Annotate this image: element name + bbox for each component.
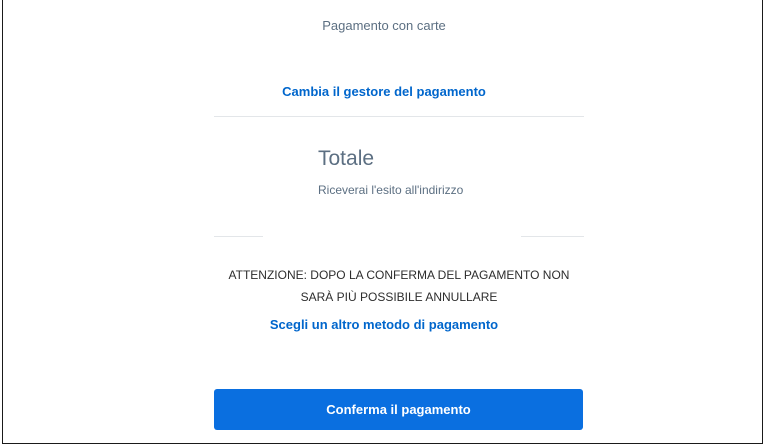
warning-line-1: ATTENZIONE: DOPO LA CONFERMA DEL PAGAMEN…	[228, 268, 570, 282]
total-label: Totale	[318, 147, 375, 170]
divider-right	[521, 236, 584, 237]
change-payment-manager-link[interactable]: Cambia il gestore del pagamento	[0, 84, 768, 99]
page-frame	[2, 0, 763, 444]
warning-line-2: SARÀ PIÙ POSSIBILE ANNULLARE	[300, 290, 498, 304]
confirm-payment-button[interactable]: Conferma il pagamento	[214, 389, 583, 430]
divider	[214, 116, 584, 117]
choose-other-method-link[interactable]: Scegli un altro metodo di pagamento	[0, 317, 768, 332]
cancellation-warning: ATTENZIONE: DOPO LA CONFERMA DEL PAGAMEN…	[214, 264, 584, 308]
result-email-info: Riceverai l'esito all'indirizzo	[318, 183, 464, 197]
divider-left	[214, 236, 263, 237]
page-title: Pagamento con carte	[322, 18, 446, 33]
